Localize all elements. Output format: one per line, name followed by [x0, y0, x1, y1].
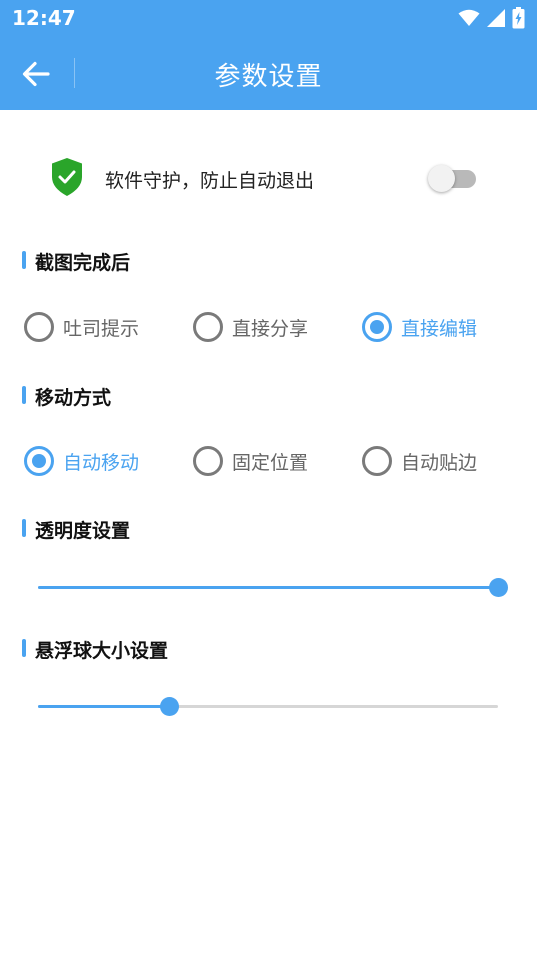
toolbar: 参数设置 [0, 36, 537, 110]
section-title-move-mode: 移动方式 [22, 383, 111, 410]
software-protect-label: 软件守护，防止自动退出 [105, 170, 315, 192]
radio-circle [24, 446, 54, 476]
slider-fill [38, 705, 169, 708]
radio-toast-tip[interactable]: 吐司提示 [24, 307, 139, 347]
section-title-screenshot: 截图完成后 [22, 248, 130, 275]
radio-label: 吐司提示 [63, 317, 140, 340]
radio-circle [362, 312, 392, 342]
radio-direct-share[interactable]: 直接分享 [193, 307, 308, 347]
radio-direct-edit[interactable]: 直接编辑 [362, 307, 477, 347]
radio-label: 自动贴边 [401, 451, 478, 474]
radio-fixed-position[interactable]: 固定位置 [193, 441, 308, 481]
shield-check-icon [52, 158, 82, 196]
radio-label: 直接分享 [232, 317, 309, 340]
software-protect-toggle[interactable] [428, 164, 478, 192]
radio-label: 自动移动 [63, 451, 140, 474]
battery-charging-icon [512, 7, 525, 29]
slider-thumb[interactable] [160, 697, 179, 716]
radio-circle [193, 446, 223, 476]
signal-icon [487, 9, 505, 27]
software-protect-row: 软件守护，防止自动退出 [0, 150, 537, 208]
radio-circle [193, 312, 223, 342]
toggle-thumb [428, 165, 455, 192]
ball-size-slider[interactable] [38, 695, 508, 719]
radio-auto-move[interactable]: 自动移动 [24, 441, 139, 481]
slider-thumb[interactable] [489, 578, 508, 597]
slider-fill [38, 586, 498, 589]
radio-label: 直接编辑 [401, 317, 478, 340]
radio-auto-snap-edge[interactable]: 自动贴边 [362, 441, 477, 481]
radio-group-move-mode: 自动移动 固定位置 自动贴边 [0, 441, 537, 481]
wifi-icon [458, 9, 480, 26]
radio-label: 固定位置 [232, 451, 309, 474]
status-icons [458, 6, 525, 30]
page-title: 参数设置 [214, 62, 323, 92]
radio-group-screenshot: 吐司提示 直接分享 直接编辑 [0, 307, 537, 347]
opacity-slider[interactable] [38, 576, 508, 600]
radio-circle [362, 446, 392, 476]
section-title-ball-size: 悬浮球大小设置 [22, 636, 168, 663]
app-bar: 12:47 参数设置 [0, 0, 537, 110]
status-bar: 12:47 [0, 0, 537, 36]
radio-circle [24, 312, 54, 342]
status-time: 12:47 [12, 6, 76, 30]
section-title-opacity: 透明度设置 [22, 516, 130, 543]
